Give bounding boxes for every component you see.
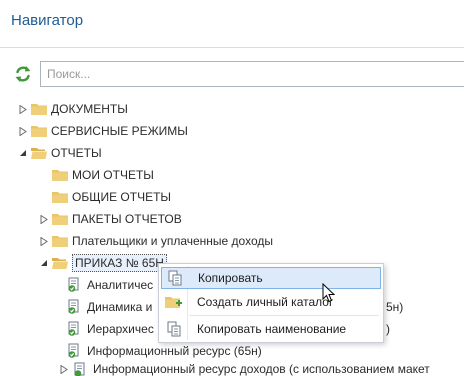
tree-node-label: МОИ ОТЧЕТЫ [72,168,154,182]
menu-separator [189,315,379,316]
tree-node-label-tail: 5н) [386,300,404,314]
tree-node-label: Информационный ресурс доходов (с использ… [93,362,430,376]
tree-node-label: ПАКЕТЫ ОТЧЕТОВ [72,212,182,226]
tree-node-my-reports[interactable]: МОИ ОТЧЕТЫ [38,164,154,186]
menu-item-copy[interactable]: Копировать [161,267,381,289]
collapse-arrow-icon[interactable] [38,257,50,269]
navigator-header: Навигатор [0,0,464,48]
search-field[interactable] [40,61,464,87]
tree-node-label-tail: ) [386,322,390,336]
folder-icon [52,235,68,247]
tree-node-label: Иерархичес [87,322,154,336]
folder-icon [31,125,47,137]
collapse-arrow-icon[interactable] [17,147,29,159]
refresh-button[interactable] [13,64,33,84]
tree-node-label: Аналитичес [87,278,154,292]
expand-arrow-icon[interactable] [38,213,50,225]
context-menu: Копировать Создать личный каталог Копиро… [158,263,384,343]
tree-node-order-65n[interactable]: ПРИКАЗ № 65Н [38,252,167,274]
tree-node-analytical-report[interactable]: Аналитичес [66,274,153,296]
refresh-icon [15,66,31,82]
open-folder-icon [31,147,47,159]
folder-icon [52,191,68,203]
menu-item-copy-name[interactable]: Копировать наименование [161,318,381,340]
report-icon [66,343,82,359]
new-folder-icon [163,291,185,313]
search-input[interactable] [41,62,464,86]
report-icon [72,362,88,376]
tree-node-label: ПРИКАЗ № 65Н [72,254,167,272]
menu-item-label: Копировать [198,271,263,285]
tree-node-label: ДОКУМЕНТЫ [51,102,128,116]
toolbar [0,58,464,90]
tree-node-payers[interactable]: Плательщики и уплаченные доходы [38,230,273,252]
expand-arrow-icon[interactable] [38,235,50,247]
tree-node-info-resource-income[interactable]: Информационный ресурс доходов (с использ… [58,362,464,376]
tree-node-label: ОТЧЕТЫ [51,146,102,160]
tree-node-documents[interactable]: ДОКУМЕНТЫ [17,98,128,120]
expand-arrow-icon[interactable] [17,125,29,137]
tree-node-label: Динамика и [87,300,153,314]
tree-node-label: Информационный ресурс (65н) [87,344,262,358]
page-title: Навигатор [11,12,84,29]
copy-name-icon [163,318,185,340]
copy-icon [164,267,186,289]
open-folder-icon [52,257,68,269]
tree-node-report-packages[interactable]: ПАКЕТЫ ОТЧЕТОВ [38,208,182,230]
tree-node-common-reports[interactable]: ОБЩИЕ ОТЧЕТЫ [38,186,171,208]
tree-node-label: СЕРВИСНЫЕ РЕЖИМЫ [51,124,188,138]
folder-icon [31,103,47,115]
tree-node-info-resource[interactable]: Информационный ресурс (65н) [66,340,262,362]
report-icon [66,299,82,315]
menu-item-create-personal-catalog[interactable]: Создать личный каталог [161,291,381,313]
report-icon [66,321,82,337]
menu-item-label: Копировать наименование [197,322,347,336]
menu-item-label: Создать личный каталог [197,295,334,309]
tree-node-service-modes[interactable]: СЕРВИСНЫЕ РЕЖИМЫ [17,120,188,142]
expand-arrow-icon[interactable] [17,103,29,115]
folder-icon [52,169,68,181]
report-icon [66,277,82,293]
tree-node-reports[interactable]: ОТЧЕТЫ [17,142,102,164]
tree-node-label: Плательщики и уплаченные доходы [72,234,273,248]
folder-icon [52,213,68,225]
tree-node-dynamics-report[interactable]: Динамика и [66,296,152,318]
tree-node-hierarchical-report[interactable]: Иерархичес [66,318,154,340]
expand-arrow-icon[interactable] [58,363,70,375]
mouse-cursor-icon [322,283,336,303]
tree-node-label: ОБЩИЕ ОТЧЕТЫ [72,190,172,204]
